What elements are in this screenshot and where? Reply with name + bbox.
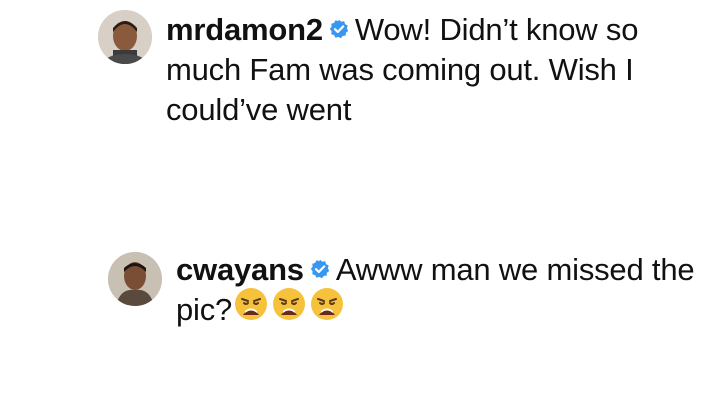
- weary-face-emoji-icon: [272, 287, 306, 331]
- comment-item: mrdamon2 Wow! Didn’t know so much Fam was…: [98, 10, 698, 130]
- avatar[interactable]: [98, 10, 152, 64]
- weary-face-emoji-icon: [310, 287, 344, 331]
- avatar-image: [108, 252, 162, 306]
- avatar[interactable]: [108, 252, 162, 306]
- comment-item: cwayans Awww man we missed the pic?: [108, 250, 698, 331]
- verified-badge-icon: [310, 249, 330, 289]
- comment-username[interactable]: mrdamon2: [166, 12, 323, 47]
- weary-face-emoji-icon: [234, 287, 268, 331]
- comment-text-block: mrdamon2 Wow! Didn’t know so much Fam was…: [166, 10, 698, 130]
- comment-username[interactable]: cwayans: [176, 252, 304, 287]
- verified-badge-icon: [329, 9, 349, 49]
- comment-text-block: cwayans Awww man we missed the pic?: [176, 250, 698, 331]
- avatar-image: [98, 10, 152, 64]
